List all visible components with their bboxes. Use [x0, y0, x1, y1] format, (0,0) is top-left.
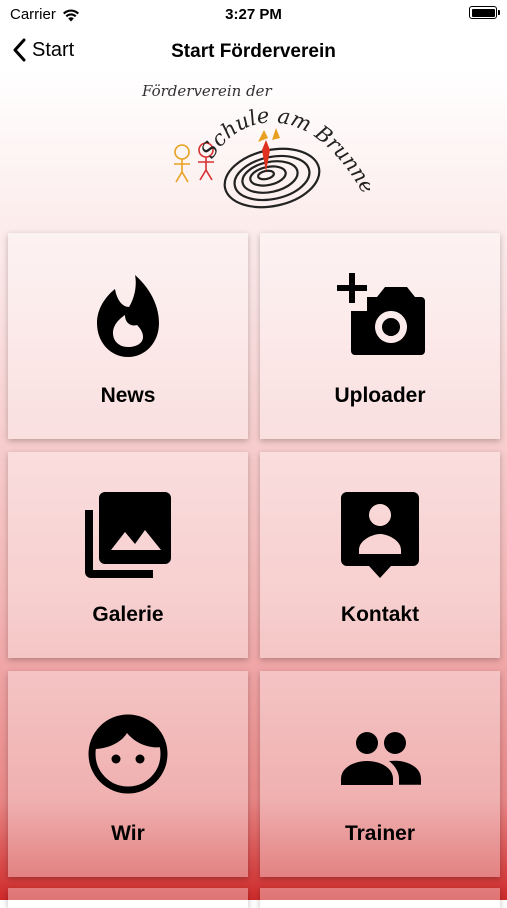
tile-trainer[interactable]: Trainer: [260, 671, 500, 877]
status-bar: Carrier 3:27 PM: [0, 0, 507, 28]
status-time: 3:27 PM: [225, 6, 282, 23]
tile-wir[interactable]: Wir: [8, 671, 248, 877]
group-icon: [341, 732, 421, 785]
flame-icon: [97, 275, 159, 357]
add-photo-icon: [337, 273, 425, 355]
battery-icon: [469, 6, 500, 19]
photo-library-icon: [85, 492, 171, 578]
logo-graphic: Schule am Brunnen: [140, 80, 370, 209]
tile-galerie[interactable]: Galerie: [8, 452, 248, 658]
navigation-bar: Start Start Förderverein: [0, 28, 507, 76]
face-icon: [88, 714, 168, 794]
tile-label: Kontakt: [340, 603, 420, 626]
tile-label: Galerie: [92, 603, 164, 626]
tile-label: Uploader: [334, 384, 426, 407]
page-title: Start Förderverein: [171, 41, 336, 62]
logo-main-text: Schule am Brunnen: [140, 80, 370, 197]
tile-kontakt[interactable]: Kontakt: [260, 452, 500, 658]
tile-label: News: [100, 384, 156, 407]
contact-card-icon: [341, 492, 419, 578]
tile-uploader[interactable]: Uploader: [260, 233, 500, 439]
school-logo: Förderverein der Schule am Brunnen: [140, 80, 370, 215]
tile-label: Wir: [111, 822, 145, 845]
tile-label: Trainer: [344, 822, 416, 845]
svg-text:Schule am Brunnen: Schule am Brunnen: [140, 80, 370, 197]
tile-news[interactable]: News: [8, 233, 248, 439]
tile-partial-left[interactable]: [8, 888, 248, 908]
tile-partial-right[interactable]: [260, 888, 500, 908]
